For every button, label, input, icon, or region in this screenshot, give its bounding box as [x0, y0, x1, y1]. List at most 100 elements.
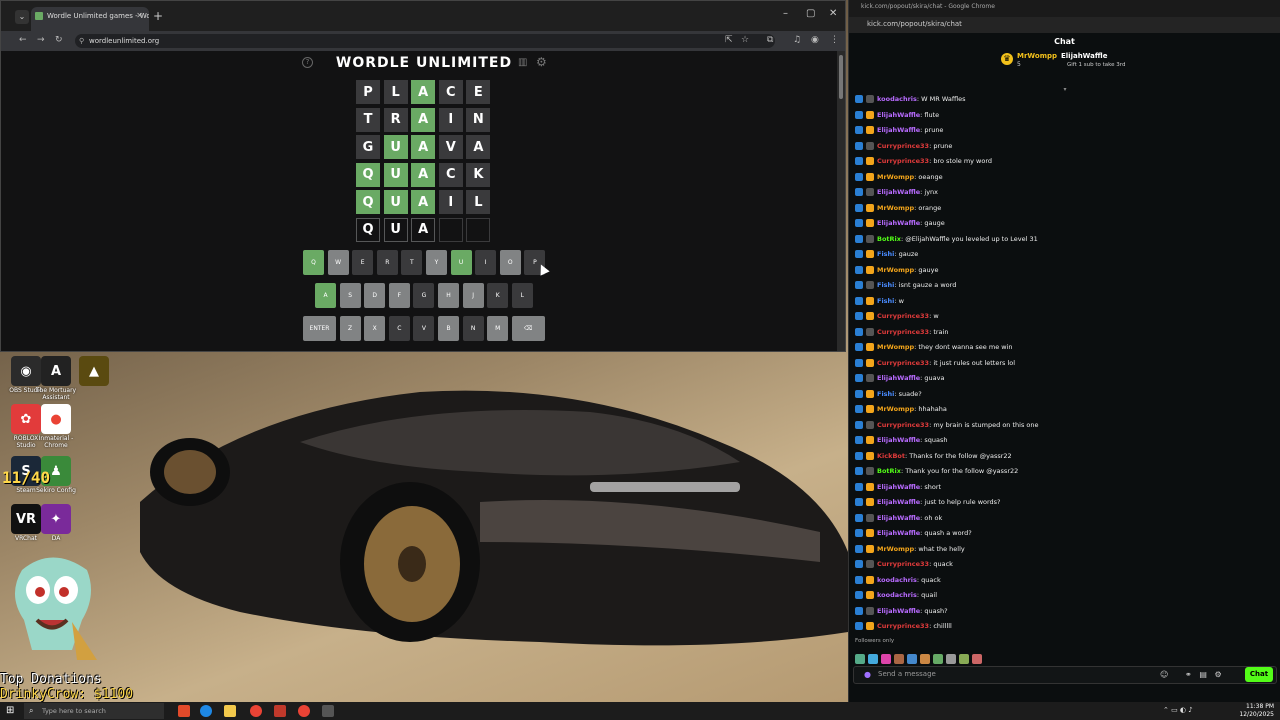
leader-user-2[interactable]: ElijahWaffle: [1061, 52, 1107, 60]
taskbar-app-brave-icon[interactable]: [178, 705, 190, 717]
taskbar-app-chrome2-icon[interactable]: [298, 705, 310, 717]
url-field[interactable]: ⚲ wordleunlimited.org: [75, 34, 775, 48]
taskbar-app-obs-icon[interactable]: [274, 705, 286, 717]
bookmark-star-icon[interactable]: ☆: [741, 35, 749, 45]
key-o[interactable]: O: [499, 250, 521, 275]
chat-username[interactable]: Curryprince33: [877, 312, 929, 320]
link-icon[interactable]: ⚭: [1185, 670, 1192, 679]
taskbar-app-chrome-icon[interactable]: [250, 705, 262, 717]
page-scrollbar[interactable]: [837, 51, 845, 351]
chat-username[interactable]: ElijahWaffle: [877, 126, 920, 134]
system-tray-icons[interactable]: ⌃ ▭ ◐ ♪: [1163, 706, 1193, 714]
chat-username[interactable]: Curryprince33: [877, 359, 929, 367]
chat-username[interactable]: Curryprince33: [877, 142, 929, 150]
chat-username[interactable]: MrWompp: [877, 405, 914, 413]
forward-arrow-icon[interactable]: →: [37, 35, 45, 45]
minimize-button[interactable]: –: [783, 8, 788, 19]
chat-username[interactable]: Curryprince33: [877, 328, 929, 336]
chrome-menu-icon[interactable]: ⋮: [830, 35, 839, 45]
site-info-icon[interactable]: ⚲: [79, 34, 84, 48]
emote-icon[interactable]: [933, 654, 943, 664]
emote-icon[interactable]: [868, 654, 878, 664]
key-w[interactable]: W: [327, 250, 349, 275]
chat-username[interactable]: MrWompp: [877, 343, 914, 351]
chat-username[interactable]: Curryprince33: [877, 157, 929, 165]
key-y[interactable]: Y: [426, 250, 447, 275]
emote-icon[interactable]: [894, 654, 904, 664]
install-app-icon[interactable]: ⇱: [725, 35, 733, 45]
key-s[interactable]: S: [339, 283, 361, 308]
emote-icon[interactable]: [972, 654, 982, 664]
maximize-button[interactable]: ▢: [806, 8, 815, 19]
emote-icon[interactable]: [920, 654, 930, 664]
tab-wordle[interactable]: Wordle Unlimited games - Wo ✕: [31, 7, 149, 31]
key-l[interactable]: L: [511, 283, 533, 308]
chat-username[interactable]: Fishi: [877, 250, 894, 258]
chat-username[interactable]: Curryprince33: [877, 622, 929, 630]
key-h[interactable]: H: [438, 283, 459, 308]
chat-username[interactable]: BotRix: [877, 467, 901, 475]
key-g[interactable]: G: [413, 283, 435, 308]
shop-icon[interactable]: ▤: [1199, 670, 1207, 679]
key-u[interactable]: U: [450, 250, 472, 275]
key-f[interactable]: F: [388, 283, 410, 308]
key-d[interactable]: D: [364, 283, 386, 308]
desktop-shortcut[interactable]: ✦ DA: [34, 504, 78, 549]
emote-icon[interactable]: [959, 654, 969, 664]
chat-username[interactable]: ElijahWaffle: [877, 111, 920, 119]
enter-key[interactable]: ENTER: [303, 316, 336, 341]
chat-username[interactable]: Fishi: [877, 297, 894, 305]
desktop-shortcut[interactable]: ● Inmaterial - Chrome: [34, 404, 78, 449]
key-b[interactable]: B: [438, 316, 459, 341]
stats-icon[interactable]: ▥: [518, 57, 527, 68]
chat-username[interactable]: ElijahWaffle: [877, 483, 920, 491]
taskbar-app-other-icon[interactable]: [322, 705, 334, 717]
gear-icon[interactable]: ⚙: [536, 55, 547, 69]
chat-username[interactable]: ElijahWaffle: [877, 607, 920, 615]
chat-username[interactable]: Curryprince33: [877, 560, 929, 568]
taskbar-app-edge-icon[interactable]: [200, 705, 212, 717]
key-j[interactable]: J: [462, 283, 484, 308]
key-t[interactable]: T: [401, 250, 423, 275]
windows-start-icon[interactable]: ⊞: [6, 705, 18, 717]
key-r[interactable]: R: [376, 250, 398, 275]
chat-username[interactable]: ElijahWaffle: [877, 219, 920, 227]
key-k[interactable]: K: [487, 283, 509, 308]
emote-icon[interactable]: [946, 654, 956, 664]
chat-username[interactable]: MrWompp: [877, 545, 914, 553]
emote-icon[interactable]: [881, 654, 891, 664]
key-i[interactable]: I: [475, 250, 497, 275]
key-m[interactable]: M: [487, 316, 509, 341]
chat-username[interactable]: MrWompp: [877, 204, 914, 212]
key-n[interactable]: N: [462, 316, 484, 341]
chat-username[interactable]: BotRix: [877, 235, 901, 243]
chat-username[interactable]: KickBot: [877, 452, 905, 460]
taskbar-clock[interactable]: 11:38 PM 12/20/2025: [1239, 703, 1274, 719]
chat-username[interactable]: koodachris: [877, 95, 917, 103]
emote-icon[interactable]: [907, 654, 917, 664]
new-tab-button[interactable]: +: [153, 9, 163, 23]
chat-username[interactable]: koodachris: [877, 576, 917, 584]
chat-username[interactable]: ElijahWaffle: [877, 374, 920, 382]
back-arrow-icon[interactable]: ←: [19, 35, 27, 45]
chat-username[interactable]: ElijahWaffle: [877, 514, 920, 522]
scrollbar-thumb[interactable]: [839, 55, 843, 99]
key-c[interactable]: C: [388, 316, 410, 341]
key-x[interactable]: X: [364, 316, 386, 341]
chat-username[interactable]: Curryprince33: [877, 421, 929, 429]
key-a[interactable]: A: [315, 283, 336, 308]
chat-username[interactable]: ElijahWaffle: [877, 498, 920, 506]
settings-icon[interactable]: ⚙: [1215, 670, 1222, 679]
chat-username[interactable]: ElijahWaffle: [877, 529, 920, 537]
key-z[interactable]: Z: [339, 316, 361, 341]
chat-username[interactable]: koodachris: [877, 591, 917, 599]
gift-sub-prompt[interactable]: Gift 1 sub to take 3rd: [1067, 62, 1125, 68]
backspace-key[interactable]: ⌫: [511, 316, 545, 341]
chat-username[interactable]: Fishi: [877, 390, 894, 398]
extensions-icon[interactable]: ⧉: [767, 35, 773, 45]
emote-icon[interactable]: [855, 654, 865, 664]
mic-icon[interactable]: ●: [864, 670, 871, 679]
tab-close-icon[interactable]: ✕: [136, 7, 143, 25]
chat-username[interactable]: ElijahWaffle: [877, 436, 920, 444]
chat-username[interactable]: ElijahWaffle: [877, 188, 920, 196]
